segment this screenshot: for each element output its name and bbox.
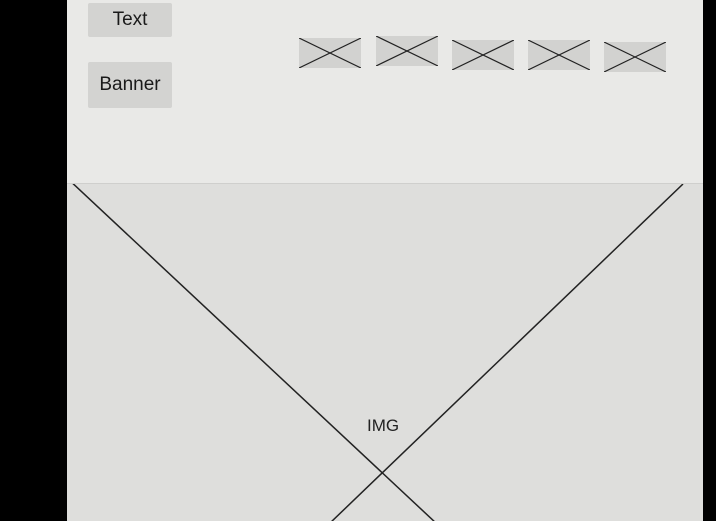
header-panel: Text Banner	[67, 0, 703, 184]
thumbnail-placeholder-4[interactable]	[528, 40, 590, 70]
banner-button-label: Banner	[99, 74, 161, 95]
placeholder-x-icon	[452, 40, 514, 70]
thumbnail-placeholder-1[interactable]	[299, 38, 361, 68]
image-placeholder[interactable]: IMG	[67, 184, 703, 521]
banner-button[interactable]: Banner	[88, 62, 172, 108]
thumbnail-placeholder-3[interactable]	[452, 40, 514, 70]
image-placeholder-x-icon	[72, 184, 684, 521]
placeholder-x-icon	[299, 38, 361, 68]
wireframe-mockup: Text Banner IMG	[67, 0, 703, 521]
thumbnail-placeholder-5[interactable]	[604, 42, 666, 72]
screen: Text Banner IMG	[0, 0, 716, 521]
image-placeholder-label: IMG	[367, 416, 400, 435]
text-button[interactable]: Text	[88, 3, 172, 37]
placeholder-x-icon	[376, 36, 438, 66]
placeholder-x-icon	[528, 40, 590, 70]
placeholder-x-icon	[604, 42, 666, 72]
text-button-label: Text	[112, 9, 148, 30]
thumbnail-placeholder-2[interactable]	[376, 36, 438, 66]
